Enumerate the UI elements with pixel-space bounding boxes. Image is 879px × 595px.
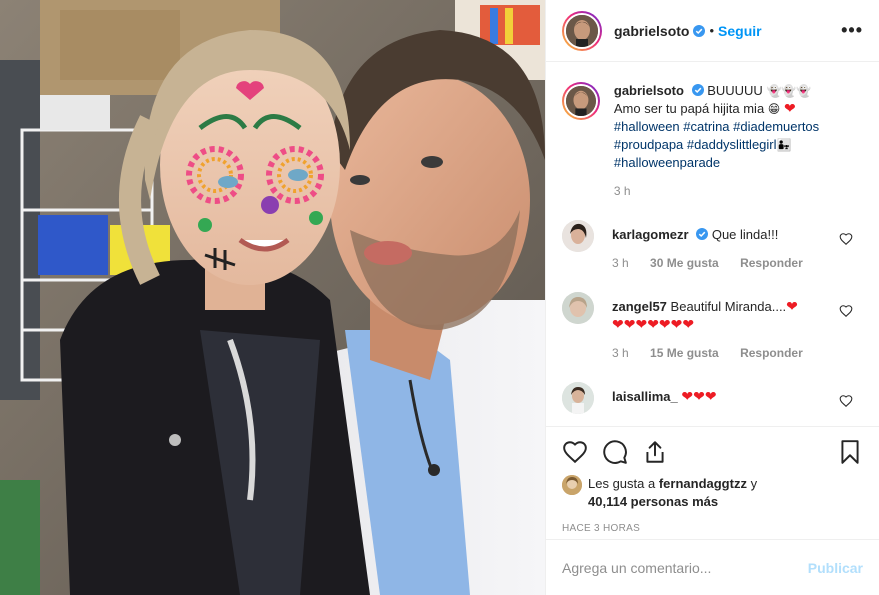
comment-text: Beautiful Miranda....	[670, 299, 787, 314]
likes-count[interactable]: 40,114 personas más	[588, 494, 718, 509]
avatar-image	[562, 475, 582, 495]
avatar-image	[562, 292, 594, 324]
comment-time[interactable]: 3 h	[612, 256, 629, 270]
comment-time[interactable]: 3 h	[612, 346, 629, 360]
heart-icon[interactable]	[839, 394, 853, 408]
heart-emoji: ❤	[783, 101, 796, 117]
post-side-panel: gabrielsoto • Seguir ••• gabrielsoto BUU…	[545, 0, 879, 595]
add-comment-bar: Publicar	[546, 539, 879, 595]
header-separator: •	[709, 23, 715, 38]
reply-button[interactable]: Responder	[740, 346, 803, 360]
bookmark-icon[interactable]	[837, 439, 863, 465]
hearts-emoji: ❤❤❤❤❤❤❤	[612, 317, 695, 333]
post-header: gabrielsoto • Seguir •••	[546, 0, 879, 62]
author-username[interactable]: gabrielsoto	[614, 23, 689, 39]
more-options-icon[interactable]: •••	[841, 20, 863, 41]
caption-username[interactable]: gabrielsoto	[614, 83, 684, 98]
caption-meta: 3 h	[614, 182, 863, 200]
family-emoji: 👨‍👧	[776, 138, 792, 152]
comments-list[interactable]: gabrielsoto BUUUUU 👻👻👻 Amo ser tu papá h…	[546, 62, 879, 426]
caption-body: gabrielsoto BUUUUU 👻👻👻 Amo ser tu papá h…	[614, 82, 863, 200]
verified-icon	[693, 24, 706, 37]
comment-avatar[interactable]	[562, 220, 594, 252]
comment-meta: 3 h 30 Me gusta Responder	[612, 254, 842, 272]
liker-username[interactable]: fernandaggtzz	[659, 476, 747, 491]
grin-emoji: 😁	[767, 102, 781, 116]
avatar-image	[566, 14, 598, 47]
comment-username[interactable]: laisallima_	[612, 389, 678, 404]
publish-button[interactable]: Publicar	[808, 560, 863, 576]
heart-icon[interactable]	[562, 439, 588, 465]
comment-avatar[interactable]	[562, 292, 594, 324]
reply-button[interactable]: Responder	[740, 256, 803, 270]
likes-joiner: y	[750, 476, 758, 491]
likes-summary: Les gusta a fernandaggtzz y 40,114 perso…	[562, 475, 863, 511]
comment-item: laisallima_ ❤❤❤	[562, 382, 863, 414]
comment-item: karlagomezr Que linda!!! 3 h 30 Me gusta…	[562, 220, 863, 272]
author-avatar[interactable]	[562, 10, 602, 51]
heart-icon[interactable]	[839, 304, 853, 318]
photo-illustration	[0, 0, 545, 595]
comment-item: zangel57 Beautiful Miranda....❤ ❤❤❤❤❤❤❤ …	[562, 292, 863, 362]
comment-body: laisallima_ ❤❤❤	[612, 382, 842, 414]
comment-username[interactable]: karlagomezr	[612, 227, 689, 242]
comment-text: Que linda!!!	[711, 227, 779, 242]
heart-emoji: ❤	[786, 299, 798, 315]
comment-input[interactable]	[562, 559, 808, 576]
hashtag-link[interactable]: #proudpapa	[614, 137, 683, 152]
hashtag-link[interactable]: #catrina	[683, 119, 729, 134]
avatar-image	[562, 382, 594, 414]
hashtag-link[interactable]: #halloween	[614, 119, 680, 134]
heart-icon[interactable]	[839, 232, 853, 246]
comment-username[interactable]: zangel57	[612, 299, 667, 314]
hashtag-link[interactable]: #diademuertos	[733, 119, 819, 134]
post-actions: Les gusta a fernandaggtzz y 40,114 perso…	[546, 426, 879, 534]
comment-body: zangel57 Beautiful Miranda....❤ ❤❤❤❤❤❤❤ …	[612, 292, 842, 362]
likes-prefix: Les gusta a	[588, 476, 656, 491]
liker-avatar[interactable]	[562, 475, 582, 495]
ghost-emoji: 👻👻👻	[766, 84, 812, 98]
verified-icon	[696, 228, 709, 240]
post-caption: gabrielsoto BUUUUU 👻👻👻 Amo ser tu papá h…	[562, 82, 863, 200]
caption-text-line2: Amo ser tu papá hijita mia	[613, 101, 765, 116]
post-photo[interactable]	[0, 0, 545, 595]
comment-avatar[interactable]	[562, 382, 594, 414]
caption-text-line1: BUUUUU	[707, 83, 763, 98]
hashtag-link[interactable]: #halloweenparade	[614, 155, 720, 170]
share-icon[interactable]	[642, 439, 668, 465]
verified-icon	[691, 84, 704, 96]
follow-button[interactable]: Seguir	[718, 23, 762, 39]
comment-likes[interactable]: 15 Me gusta	[650, 346, 719, 360]
comment-icon[interactable]	[602, 439, 628, 465]
comment-likes[interactable]: 30 Me gusta	[650, 256, 719, 270]
post-timestamp[interactable]: HACE 3 HORAS	[562, 523, 863, 534]
avatar-image	[562, 220, 594, 252]
action-icons	[562, 437, 863, 467]
hearts-emoji: ❤❤❤	[681, 389, 717, 405]
comment-meta: 3 h 15 Me gusta Responder	[612, 344, 842, 362]
comment-body: karlagomezr Que linda!!! 3 h 30 Me gusta…	[612, 220, 842, 272]
hashtag-link[interactable]: #daddyslittlegirl	[687, 137, 777, 152]
caption-avatar[interactable]	[562, 82, 600, 120]
caption-time[interactable]: 3 h	[614, 184, 631, 198]
avatar-image	[566, 86, 596, 116]
